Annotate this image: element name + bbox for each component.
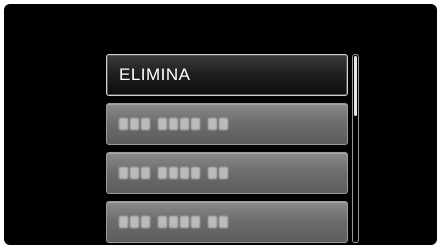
obscured-char xyxy=(208,167,217,179)
obscured-char xyxy=(141,167,150,179)
obscured-char xyxy=(191,216,200,228)
obscured-char xyxy=(169,167,178,179)
obscured-char xyxy=(169,118,178,130)
obscured-char xyxy=(141,118,150,130)
obscured-word xyxy=(158,118,200,130)
menu-item-label: ELIMINA xyxy=(119,65,191,84)
obscured-word xyxy=(208,167,228,179)
obscured-word xyxy=(119,216,150,228)
obscured-char xyxy=(180,118,189,130)
menu-item-obscured-2[interactable] xyxy=(106,152,348,194)
obscured-char xyxy=(180,167,189,179)
obscured-char xyxy=(191,167,200,179)
menu-list: ELIMINA xyxy=(106,54,348,245)
obscured-char xyxy=(130,118,139,130)
camera-menu-screen: ELIMINA xyxy=(4,4,437,245)
obscured-text xyxy=(119,167,228,179)
obscured-char xyxy=(219,216,228,228)
obscured-char xyxy=(130,167,139,179)
obscured-char xyxy=(208,216,217,228)
obscured-char xyxy=(219,167,228,179)
scrollbar-thumb[interactable] xyxy=(354,56,357,116)
obscured-char xyxy=(219,118,228,130)
obscured-char xyxy=(158,167,167,179)
obscured-word xyxy=(158,167,200,179)
obscured-char xyxy=(158,118,167,130)
obscured-char xyxy=(119,118,128,130)
obscured-char xyxy=(119,216,128,228)
obscured-char xyxy=(119,167,128,179)
obscured-word xyxy=(119,167,150,179)
obscured-char xyxy=(180,216,189,228)
obscured-char xyxy=(208,118,217,130)
obscured-char xyxy=(158,216,167,228)
obscured-word xyxy=(158,216,200,228)
obscured-word xyxy=(208,216,228,228)
obscured-char xyxy=(191,118,200,130)
obscured-char xyxy=(141,216,150,228)
obscured-word xyxy=(119,118,150,130)
obscured-char xyxy=(130,216,139,228)
menu-item-elimina[interactable]: ELIMINA xyxy=(106,54,348,96)
menu-item-obscured-1[interactable] xyxy=(106,103,348,145)
obscured-char xyxy=(169,216,178,228)
menu-item-obscured-3[interactable] xyxy=(106,201,348,243)
scrollbar[interactable] xyxy=(352,54,359,243)
obscured-word xyxy=(208,118,228,130)
obscured-text xyxy=(119,118,228,130)
obscured-text xyxy=(119,216,228,228)
